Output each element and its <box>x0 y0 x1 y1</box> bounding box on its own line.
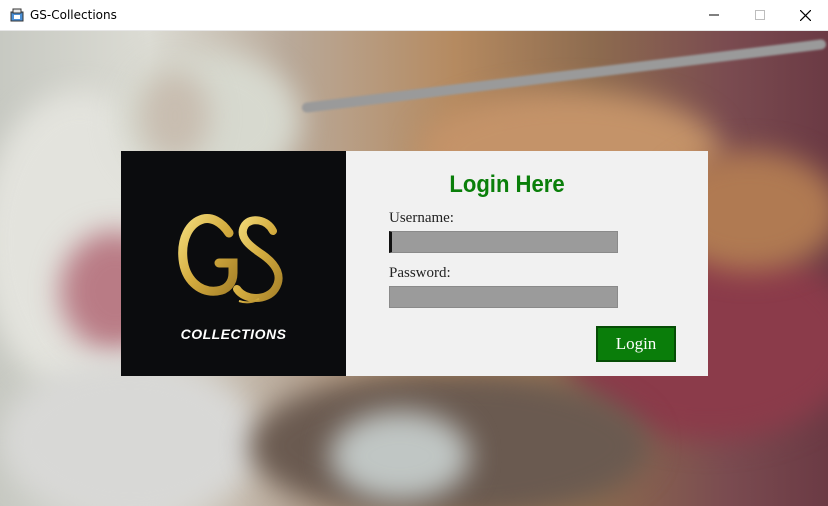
maximize-icon <box>755 10 765 20</box>
username-label: Username: <box>389 210 454 226</box>
logo-wordmark: COLLECTIONS <box>180 326 287 342</box>
form-title: Login Here <box>449 171 565 198</box>
minimize-button[interactable] <box>691 0 737 30</box>
username-input[interactable] <box>389 231 618 253</box>
login-form: Login Here Username: Password: Login <box>346 151 708 376</box>
password-input[interactable] <box>389 286 618 308</box>
password-label: Password: <box>389 265 451 281</box>
app-icon <box>10 8 24 22</box>
title-bar: GS-Collections <box>0 0 828 31</box>
close-button[interactable] <box>782 0 828 30</box>
login-button[interactable]: Login <box>596 326 676 362</box>
close-icon <box>799 9 811 21</box>
minimize-icon <box>709 14 719 16</box>
logo-panel: COLLECTIONS <box>121 151 346 376</box>
gs-monogram-logo <box>178 213 283 304</box>
window-title: GS-Collections <box>30 8 117 22</box>
maximize-button[interactable] <box>737 0 783 30</box>
